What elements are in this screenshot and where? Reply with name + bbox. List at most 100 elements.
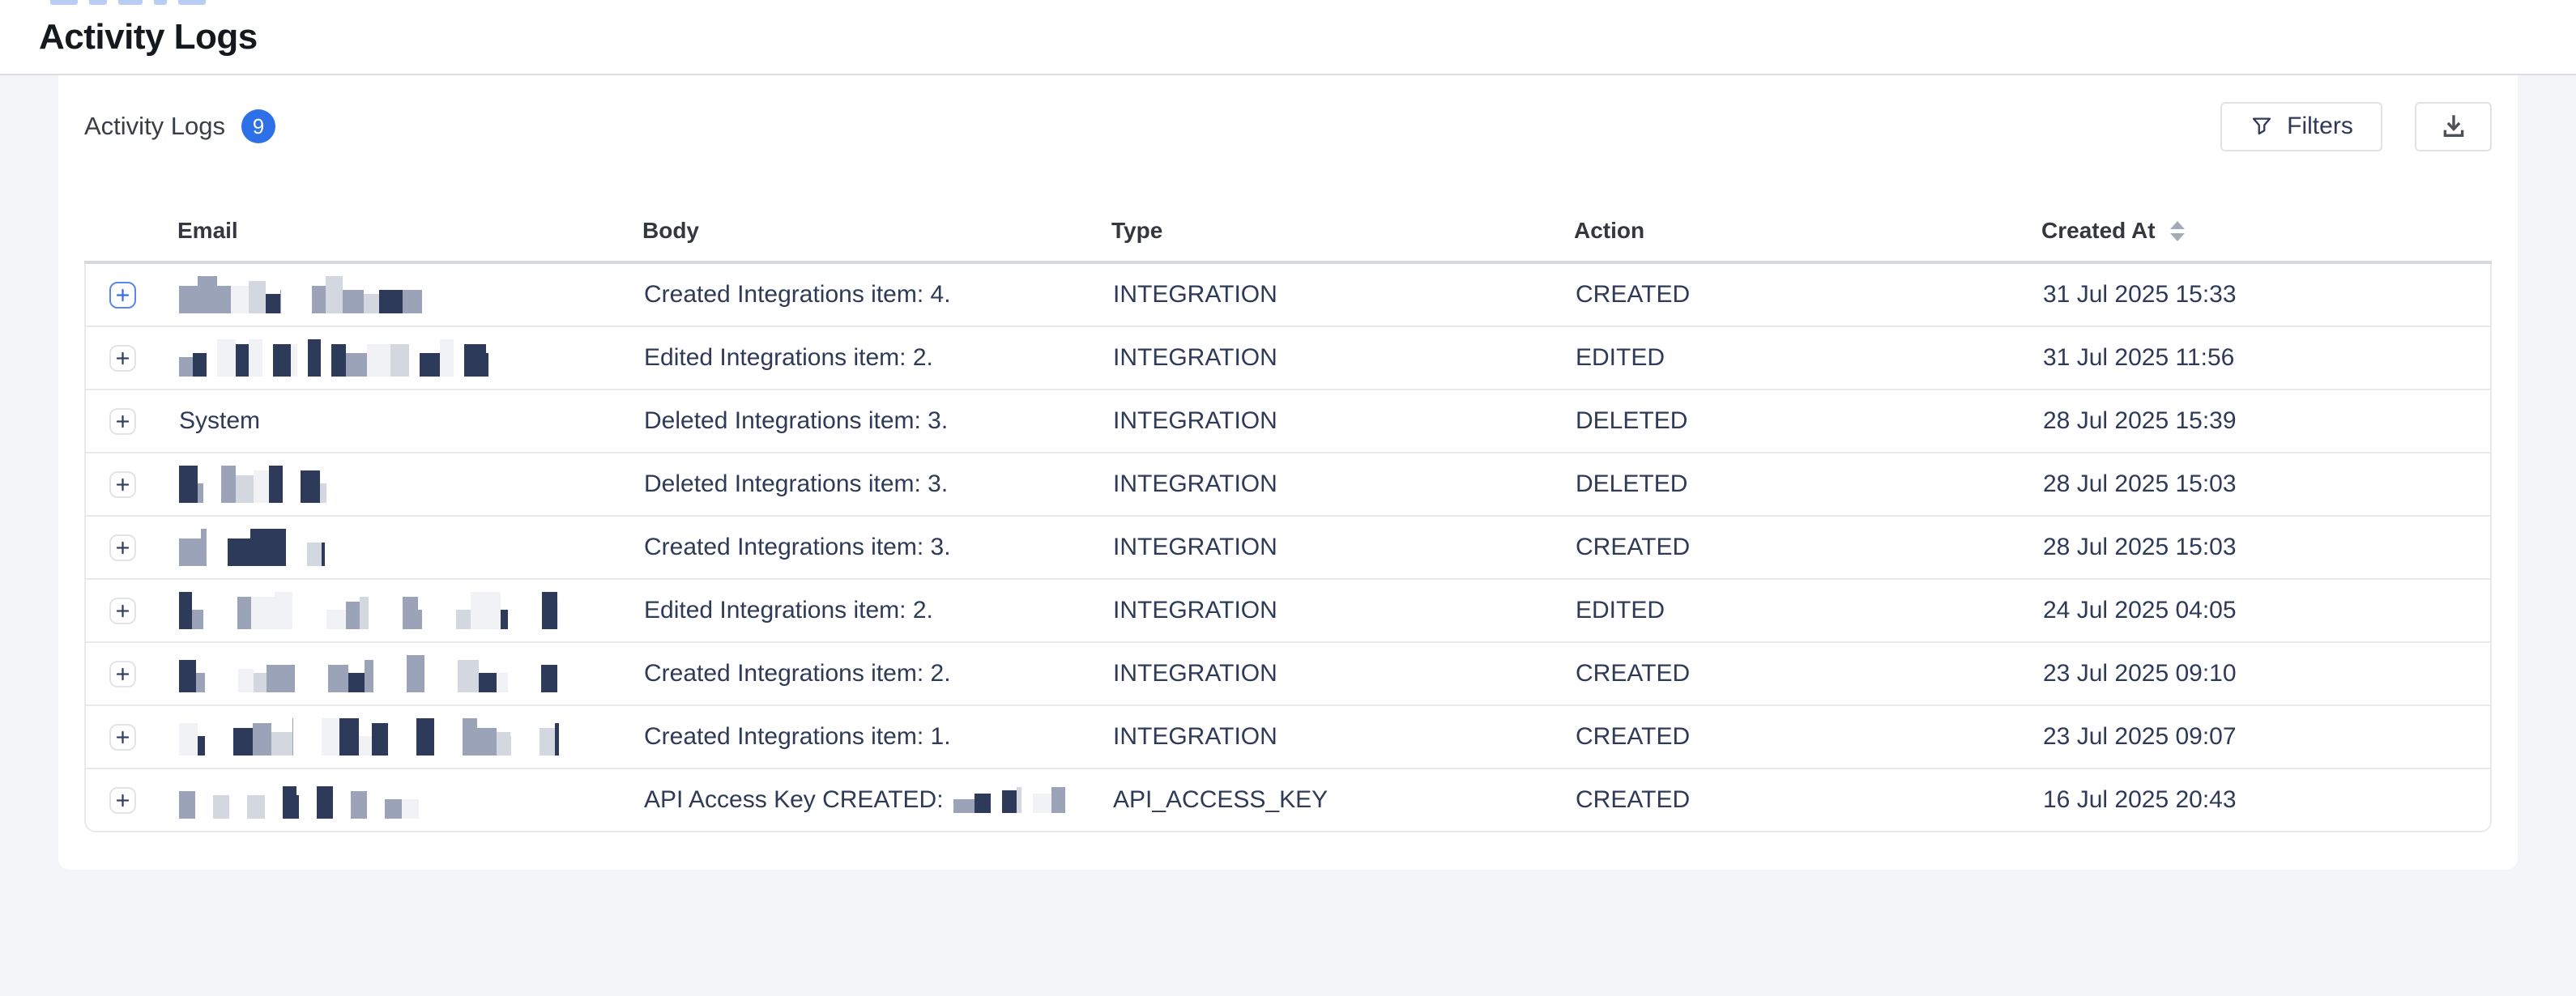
expand-row-button[interactable] — [109, 471, 136, 498]
header-action: Action — [1574, 201, 2041, 261]
count-badge: 9 — [241, 109, 275, 143]
expand-row-button[interactable] — [109, 534, 136, 561]
redacted-text-block — [463, 718, 511, 756]
redacted-text-block — [179, 339, 207, 377]
funnel-icon — [2250, 114, 2274, 138]
action-cell: EDITED — [1576, 327, 2043, 389]
plus-icon — [114, 413, 131, 430]
expand-row-button[interactable] — [109, 787, 136, 814]
body-cell: Created Integrations item: 4. — [644, 264, 1113, 326]
redacted-text-block — [1002, 787, 1021, 813]
type-cell: INTEGRATION — [1113, 643, 1576, 704]
body-cell: Edited Integrations item: 2. — [644, 580, 1113, 641]
type-cell: INTEGRATION — [1113, 580, 1576, 641]
table-row: Created Integrations item: 3. INTEGRATIO… — [86, 517, 2490, 580]
redacted-text-block — [221, 466, 283, 503]
plus-icon — [114, 350, 131, 367]
email-cell — [179, 769, 644, 831]
header-body: Body — [642, 201, 1111, 261]
redacted-text-block — [317, 781, 333, 819]
redacted-text-block — [331, 339, 409, 377]
page-header: Activity Logs — [0, 0, 2576, 75]
email-cell — [179, 706, 644, 768]
redacted-text-block — [416, 718, 434, 756]
redacted-text-block — [273, 339, 297, 377]
redacted-text-block — [179, 718, 205, 756]
action-cell: CREATED — [1576, 517, 2043, 578]
redacted-text-block — [456, 592, 508, 629]
body-cell: Created Integrations item: 1. — [644, 706, 1113, 768]
redacted-text-block — [458, 655, 508, 692]
redacted-text-block — [953, 787, 991, 813]
card-header: Activity Logs 9 Filters — [84, 101, 2492, 151]
redacted-text-block — [420, 339, 454, 377]
table-row: Edited Integrations item: 2. INTEGRATION… — [86, 580, 2490, 643]
sort-arrows-icon — [2170, 221, 2185, 241]
redacted-text-block — [541, 655, 557, 692]
expand-row-button[interactable] — [109, 282, 136, 309]
sort-by-created-at[interactable]: Created At — [2041, 218, 2185, 244]
table-row: System Deleted Integrations item: 3. INT… — [86, 390, 2490, 453]
redacted-text-block — [179, 276, 281, 313]
redacted-text-block — [213, 781, 229, 819]
email-cell — [179, 264, 644, 326]
expand-row-button[interactable] — [109, 598, 136, 624]
redacted-text-block — [237, 592, 292, 629]
created-at-cell: 24 Jul 2025 04:05 — [2043, 580, 2490, 641]
action-cell: EDITED — [1576, 580, 2043, 641]
expand-row-button[interactable] — [109, 345, 136, 372]
page-title: Activity Logs — [39, 17, 258, 57]
table-row: Edited Integrations item: 2. INTEGRATION… — [86, 327, 2490, 390]
email-cell — [179, 580, 644, 641]
plus-icon — [114, 666, 131, 683]
type-cell: INTEGRATION — [1113, 706, 1576, 768]
redacted-text-block — [179, 466, 203, 503]
redacted-text-block — [179, 781, 195, 819]
redacted-text-block — [233, 718, 293, 756]
created-at-cell: 31 Jul 2025 15:33 — [2043, 264, 2490, 326]
filters-label: Filters — [2287, 113, 2353, 140]
content-area: Activity Logs 9 Filters — [0, 75, 2576, 996]
plus-icon — [114, 539, 131, 556]
filters-button[interactable]: Filters — [2220, 102, 2382, 151]
redacted-text-block — [179, 529, 207, 566]
created-at-cell: 28 Jul 2025 15:03 — [2043, 453, 2490, 515]
expand-row-button[interactable] — [109, 724, 136, 751]
email-cell — [179, 643, 644, 704]
type-cell: INTEGRATION — [1113, 327, 1576, 389]
redacted-text-block — [217, 339, 262, 377]
created-at-cell: 23 Jul 2025 09:10 — [2043, 643, 2490, 704]
card-title: Activity Logs — [84, 112, 225, 141]
body-cell: Created Integrations item: 3. — [644, 517, 1113, 578]
email-cell — [179, 453, 644, 515]
table-row: API Access Key CREATED: API_ACCESS_KEY C… — [86, 769, 2490, 831]
email-cell — [179, 517, 644, 578]
plus-icon — [114, 792, 131, 809]
redacted-text-block — [322, 718, 388, 756]
expand-row-button[interactable] — [109, 661, 136, 687]
plus-icon — [114, 602, 131, 619]
action-cell: CREATED — [1576, 769, 2043, 831]
redacted-text-block — [283, 781, 299, 819]
table-row: Deleted Integrations item: 3. INTEGRATIO… — [86, 453, 2490, 517]
redacted-text-block — [407, 655, 424, 692]
type-cell: INTEGRATION — [1113, 453, 1576, 515]
created-at-cell: 23 Jul 2025 09:07 — [2043, 706, 2490, 768]
download-button[interactable] — [2415, 102, 2492, 151]
toolbar: Filters — [2220, 102, 2492, 151]
created-at-cell: 28 Jul 2025 15:03 — [2043, 517, 2490, 578]
redacted-text-block — [308, 339, 321, 377]
body-cell: Edited Integrations item: 2. — [644, 327, 1113, 389]
plus-icon — [114, 287, 131, 304]
clipped-text-artifact — [50, 0, 206, 5]
expand-row-button[interactable] — [109, 408, 136, 435]
redacted-text-block — [542, 592, 558, 629]
activity-logs-card: Activity Logs 9 Filters — [58, 75, 2518, 870]
type-cell: API_ACCESS_KEY — [1113, 769, 1576, 831]
type-cell: INTEGRATION — [1113, 390, 1576, 452]
header-created-at: Created At — [2041, 218, 2156, 244]
body-cell: Deleted Integrations item: 3. — [644, 390, 1113, 452]
redacted-text-block — [540, 718, 559, 756]
header-type: Type — [1111, 201, 1574, 261]
redacted-text-block — [179, 655, 205, 692]
